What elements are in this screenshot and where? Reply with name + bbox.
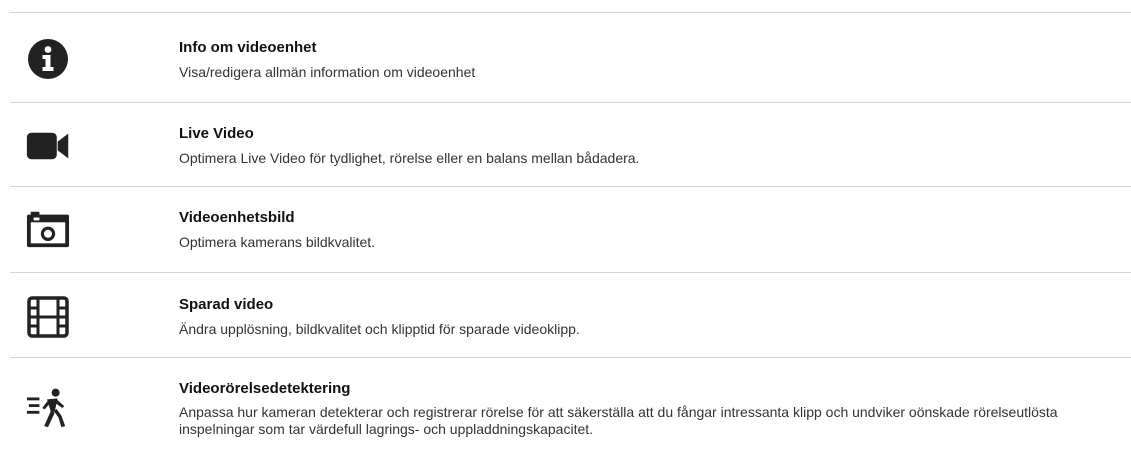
settings-item-title: Videorörelsedetektering: [179, 380, 351, 397]
settings-item-title: Info om videoenhet: [179, 39, 317, 56]
settings-item-title: Live Video: [179, 125, 254, 142]
settings-item-device-image[interactable]: Videoenhetsbild Optimera kamerans bildkv…: [10, 186, 1131, 273]
settings-item-text: Info om videoenhet Visa/redigera allmän …: [179, 39, 1131, 81]
settings-item-description: Anpassa hur kameran detekterar och regis…: [179, 404, 1058, 437]
settings-item-text: Videorörelsedetektering Anpassa hur kame…: [179, 380, 1131, 438]
motion-detection-icon: [26, 386, 70, 430]
settings-item-motion-detection[interactable]: Videorörelsedetektering Anpassa hur kame…: [10, 357, 1131, 466]
settings-item-description: Ändra upplösning, bildkvalitet och klipp…: [179, 321, 580, 337]
video-camera-icon: [26, 124, 70, 168]
settings-item-title: Videoenhetsbild: [179, 209, 295, 226]
settings-item-text: Live Video Optimera Live Video för tydli…: [179, 125, 1131, 167]
settings-item-live-video[interactable]: Live Video Optimera Live Video för tydli…: [10, 102, 1131, 187]
settings-item-title: Sparad video: [179, 296, 274, 313]
info-icon: [26, 37, 70, 81]
settings-item-description: Optimera kamerans bildkvalitet.: [179, 234, 376, 250]
settings-list: Info om videoenhet Visa/redigera allmän …: [0, 0, 1131, 465]
settings-item-description: Visa/redigera allmän information om vide…: [179, 64, 476, 80]
settings-item-device-info[interactable]: Info om videoenhet Visa/redigera allmän …: [10, 12, 1131, 103]
settings-item-text: Sparad video Ändra upplösning, bildkvali…: [179, 296, 1131, 338]
settings-item-description: Optimera Live Video för tydlighet, rörel…: [179, 150, 640, 166]
settings-item-saved-video[interactable]: Sparad video Ändra upplösning, bildkvali…: [10, 272, 1131, 358]
film-icon: [26, 295, 70, 339]
settings-item-text: Videoenhetsbild Optimera kamerans bildkv…: [179, 209, 1131, 251]
camera-icon: [26, 207, 70, 251]
